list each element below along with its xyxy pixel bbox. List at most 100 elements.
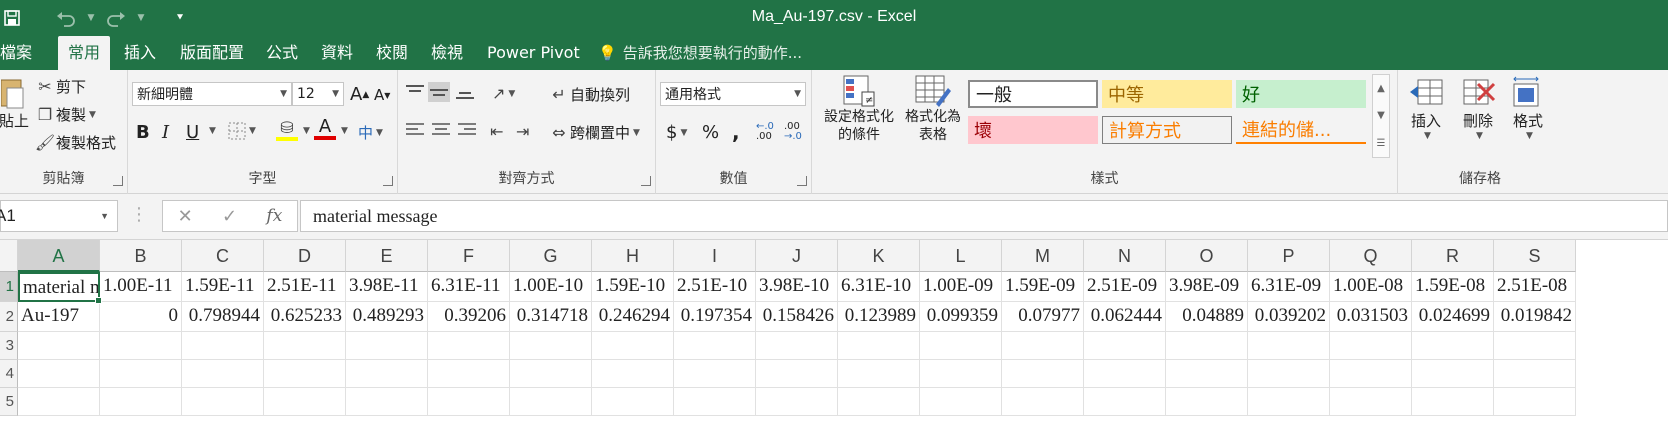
decrease-indent-button[interactable]: ⇤ bbox=[490, 122, 503, 141]
cell-f2[interactable]: 0.39206 bbox=[428, 302, 510, 332]
cell-b1[interactable]: 1.00E-11 bbox=[100, 272, 182, 302]
cell-c2[interactable]: 0.798944 bbox=[182, 302, 264, 332]
cell-l1[interactable]: 1.00E-09 bbox=[920, 272, 1002, 302]
column-header-e[interactable]: E bbox=[346, 240, 428, 272]
cell-h4[interactable] bbox=[592, 360, 674, 388]
conditional-formatting-button[interactable]: ≠ 設定格式化的條件 bbox=[818, 74, 900, 144]
merge-center-button[interactable]: ⇔ 跨欄置中 ▼ bbox=[548, 122, 640, 143]
column-header-g[interactable]: G bbox=[510, 240, 592, 272]
italic-button[interactable]: I bbox=[162, 122, 169, 143]
cell-l3[interactable] bbox=[920, 332, 1002, 360]
cell-k3[interactable] bbox=[838, 332, 920, 360]
column-header-m[interactable]: M bbox=[1002, 240, 1084, 272]
format-as-table-button[interactable]: 格式化為表格 bbox=[900, 74, 966, 144]
cell-g4[interactable] bbox=[510, 360, 592, 388]
align-left-button[interactable] bbox=[406, 122, 424, 138]
borders-button[interactable]: ▼ bbox=[228, 122, 256, 140]
cell-d4[interactable] bbox=[264, 360, 346, 388]
style-neutral[interactable]: 中等 bbox=[1102, 80, 1232, 108]
align-top-button[interactable] bbox=[406, 84, 424, 100]
cell-m2[interactable]: 0.07977 bbox=[1002, 302, 1084, 332]
grow-font-button[interactable]: A ▲ bbox=[350, 84, 369, 105]
wrap-text-button[interactable]: ↵ 自動換列 bbox=[548, 84, 630, 105]
cell-a2[interactable]: Au-197 bbox=[18, 302, 100, 332]
font-color-dropdown[interactable]: ▼ bbox=[338, 126, 348, 136]
cell-c5[interactable] bbox=[182, 388, 264, 416]
style-bad[interactable]: 壞 bbox=[968, 116, 1098, 144]
bold-button[interactable]: B bbox=[136, 122, 150, 143]
cell-d2[interactable]: 0.625233 bbox=[264, 302, 346, 332]
cell-j2[interactable]: 0.158426 bbox=[756, 302, 838, 332]
row-header[interactable]: 4 bbox=[0, 360, 18, 388]
fill-color-dropdown[interactable]: ▼ bbox=[300, 126, 310, 136]
cell-n1[interactable]: 2.51E-09 bbox=[1084, 272, 1166, 302]
cell-b4[interactable] bbox=[100, 360, 182, 388]
cell-i3[interactable] bbox=[674, 332, 756, 360]
column-header-l[interactable]: L bbox=[920, 240, 1002, 272]
insert-function-icon[interactable]: fx bbox=[266, 206, 282, 226]
cell-q2[interactable]: 0.031503 bbox=[1330, 302, 1412, 332]
cell-i1[interactable]: 2.51E-10 bbox=[674, 272, 756, 302]
comma-button[interactable]: , bbox=[732, 120, 740, 144]
tab-page-layout[interactable]: 版面配置 bbox=[170, 36, 254, 70]
shrink-font-button[interactable]: A ▼ bbox=[374, 86, 390, 104]
cell-q4[interactable] bbox=[1330, 360, 1412, 388]
increase-indent-button[interactable]: ⇥ bbox=[516, 122, 529, 141]
cell-d5[interactable] bbox=[264, 388, 346, 416]
cell-p4[interactable] bbox=[1248, 360, 1330, 388]
format-cells-button[interactable]: 格式 ▼ bbox=[1506, 76, 1550, 141]
cell-j5[interactable] bbox=[756, 388, 838, 416]
cut-button[interactable]: ✂ 剪下 bbox=[34, 76, 86, 97]
tab-formulas[interactable]: 公式 bbox=[256, 36, 308, 70]
cell-b3[interactable] bbox=[100, 332, 182, 360]
cell-p5[interactable] bbox=[1248, 388, 1330, 416]
cell-m1[interactable]: 1.59E-09 bbox=[1002, 272, 1084, 302]
align-bottom-button[interactable] bbox=[456, 84, 474, 100]
number-format-select[interactable]: 通用格式 ▼ bbox=[660, 82, 806, 106]
cell-c1[interactable]: 1.59E-11 bbox=[182, 272, 264, 302]
tell-me-box[interactable]: 💡 告訴我您想要執行的動作... bbox=[598, 36, 802, 70]
row-header[interactable]: 1 bbox=[0, 272, 18, 302]
tab-data[interactable]: 資料 bbox=[311, 36, 363, 70]
tab-file[interactable]: 檔案 bbox=[0, 36, 42, 70]
cell-c3[interactable] bbox=[182, 332, 264, 360]
cell-g5[interactable] bbox=[510, 388, 592, 416]
column-header-d[interactable]: D bbox=[264, 240, 346, 272]
dialog-launcher-icon[interactable] bbox=[113, 176, 123, 186]
align-center-button[interactable] bbox=[432, 122, 450, 138]
cell-l4[interactable] bbox=[920, 360, 1002, 388]
style-normal[interactable]: 一般 bbox=[968, 80, 1098, 108]
cell-g1[interactable]: 1.00E-10 bbox=[510, 272, 592, 302]
cell-r3[interactable] bbox=[1412, 332, 1494, 360]
cell-g2[interactable]: 0.314718 bbox=[510, 302, 592, 332]
cell-f5[interactable] bbox=[428, 388, 510, 416]
cell-e4[interactable] bbox=[346, 360, 428, 388]
cell-r1[interactable]: 1.59E-08 bbox=[1412, 272, 1494, 302]
font-size-select[interactable]: 12 ▼ bbox=[292, 82, 344, 106]
tab-view[interactable]: 檢視 bbox=[421, 36, 473, 70]
cell-d3[interactable] bbox=[264, 332, 346, 360]
cell-e5[interactable] bbox=[346, 388, 428, 416]
cell-m4[interactable] bbox=[1002, 360, 1084, 388]
column-header-q[interactable]: Q bbox=[1330, 240, 1412, 272]
align-middle-button[interactable] bbox=[428, 82, 450, 102]
phonetic-button[interactable]: 中 ▼ bbox=[358, 122, 383, 143]
orientation-button[interactable]: ↗ ▼ bbox=[492, 84, 515, 103]
cell-i2[interactable]: 0.197354 bbox=[674, 302, 756, 332]
column-header-h[interactable]: H bbox=[592, 240, 674, 272]
increase-decimal-button[interactable]: ←.0 .00 bbox=[756, 122, 774, 142]
name-box[interactable]: A1 ▼ bbox=[0, 200, 118, 232]
cell-e1[interactable]: 3.98E-11 bbox=[346, 272, 428, 302]
cell-s1[interactable]: 2.51E-08 bbox=[1494, 272, 1576, 302]
cell-a1[interactable]: material message bbox=[18, 272, 100, 302]
fill-color-button[interactable]: ⛁ bbox=[276, 118, 298, 141]
cell-r5[interactable] bbox=[1412, 388, 1494, 416]
column-header-f[interactable]: F bbox=[428, 240, 510, 272]
styles-scroll[interactable]: ▲ ▼ ☰ bbox=[1372, 74, 1390, 158]
format-painter-button[interactable]: 🖌 複製格式 bbox=[34, 132, 116, 153]
currency-button[interactable]: $ ▼ bbox=[666, 122, 687, 143]
tab-power-pivot[interactable]: Power Pivot bbox=[477, 36, 590, 70]
cell-g3[interactable] bbox=[510, 332, 592, 360]
cell-k1[interactable]: 6.31E-10 bbox=[838, 272, 920, 302]
cell-o3[interactable] bbox=[1166, 332, 1248, 360]
